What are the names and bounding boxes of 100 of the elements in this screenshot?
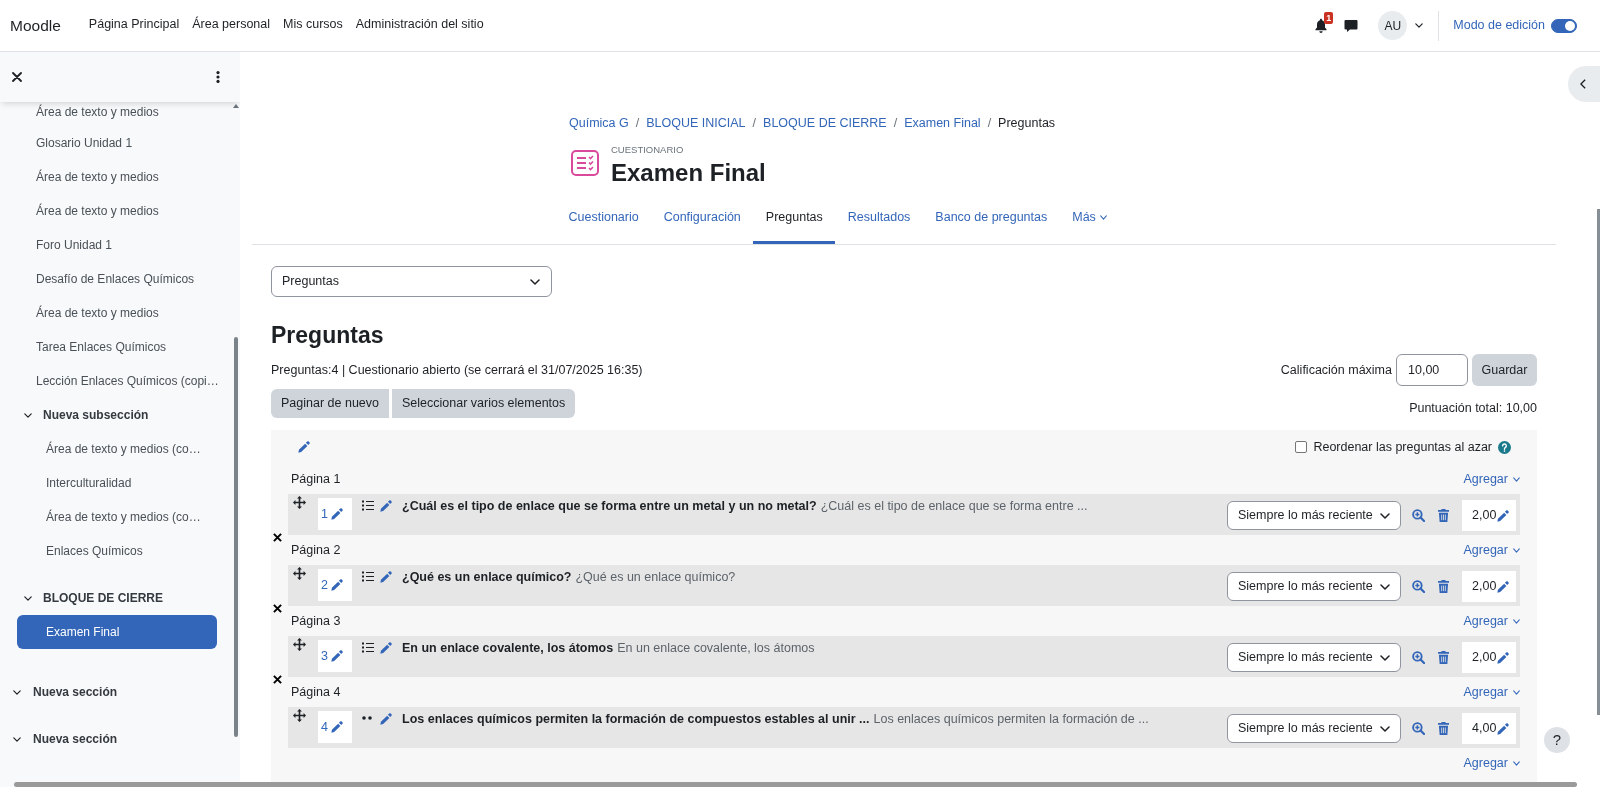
action-button[interactable]: Paginar de nuevo [271, 389, 389, 418]
caret-icon[interactable] [1380, 725, 1390, 732]
shuffle-checkbox[interactable] [1295, 441, 1308, 453]
pencil-icon[interactable] [330, 508, 343, 520]
course-index-item[interactable]: Desafío de Enlaces Químicos [7, 262, 219, 296]
caret-icon[interactable] [1380, 654, 1390, 661]
move-icon[interactable] [293, 496, 306, 509]
course-index-item[interactable]: Área de texto y medios (co… [17, 432, 217, 466]
nav-link[interactable]: Área personal [192, 15, 270, 36]
scrollbar-thumb[interactable] [1597, 209, 1600, 715]
pencil-icon[interactable] [330, 579, 343, 591]
course-index-item[interactable]: Foro Unidad 1 [7, 228, 219, 262]
save-button[interactable]: Guardar [1472, 354, 1537, 386]
scrollbar-thumb[interactable] [14, 782, 1577, 787]
jump-menu-select[interactable]: Preguntas [271, 266, 552, 297]
version-select[interactable]: Siempre lo más reciente [1227, 501, 1401, 530]
version-select[interactable]: Siempre lo más reciente [1227, 572, 1401, 601]
max-grade-input[interactable]: 10,00 [1396, 354, 1468, 386]
help-icon[interactable] [1498, 440, 1511, 454]
zoom-in-icon[interactable] [1412, 509, 1425, 522]
pencil-icon[interactable] [380, 500, 392, 512]
section-heading[interactable]: Nueva sección [33, 683, 118, 701]
move-icon[interactable] [293, 567, 306, 580]
zoom-in-icon[interactable] [1412, 580, 1425, 593]
bell-icon[interactable] [1314, 17, 1329, 34]
chat-bubble-icon[interactable] [1344, 18, 1359, 33]
move-icon[interactable] [293, 709, 306, 722]
scroll-up-arrow-icon[interactable] [233, 104, 239, 108]
trash-icon[interactable] [1438, 651, 1449, 664]
question-number[interactable]: 4 [321, 717, 328, 737]
add-menu-link[interactable]: Agregar [1463, 682, 1520, 702]
pencil-icon[interactable] [380, 713, 392, 725]
scrollbar-thumb[interactable] [234, 337, 238, 737]
chevron-down-icon[interactable] [24, 412, 32, 418]
course-index-item[interactable]: Examen Final [17, 615, 217, 649]
zoom-in-icon[interactable] [1412, 651, 1425, 664]
action-button[interactable]: Seleccionar varios elementos [392, 389, 576, 418]
breadcrumb-link[interactable]: Química G [569, 113, 629, 133]
course-index-item[interactable]: Área de texto y medios [7, 296, 219, 330]
subsection-heading[interactable]: Nueva subsección [43, 406, 149, 424]
chevron-down-icon[interactable] [13, 736, 21, 742]
question-number[interactable]: 2 [321, 575, 328, 595]
caret-icon[interactable] [1415, 23, 1424, 28]
move-icon[interactable] [293, 638, 306, 651]
breadcrumb-link[interactable]: BLOQUE INICIAL [646, 113, 746, 133]
edit-mode-toggle[interactable] [1551, 18, 1577, 33]
chevron-down-icon[interactable] [24, 595, 32, 601]
close-icon[interactable] [12, 72, 22, 82]
kebab-menu-icon[interactable] [216, 71, 220, 83]
tab[interactable]: Configuración [651, 194, 754, 244]
add-menu-link[interactable]: Agregar [1463, 469, 1520, 489]
question-number[interactable]: 1 [321, 504, 328, 524]
pencil-icon[interactable] [1497, 580, 1510, 593]
add-menu-link[interactable]: Agregar [1463, 611, 1520, 631]
zoom-in-icon[interactable] [1412, 722, 1425, 735]
tab[interactable]: Banco de preguntas [922, 194, 1060, 244]
add-menu-link[interactable]: Agregar [1463, 540, 1520, 560]
pencil-icon[interactable] [380, 642, 392, 654]
add-menu-link[interactable]: Agregar [1463, 753, 1520, 773]
course-index-item[interactable]: Área de texto y medios [7, 194, 219, 228]
pencil-icon[interactable] [298, 441, 310, 453]
course-index-item[interactable]: Lección Enlaces Químicos (copi… [7, 364, 219, 398]
tab[interactable]: Cuestionario [556, 194, 652, 244]
course-index-item[interactable]: Interculturalidad [17, 466, 217, 500]
subsection-heading[interactable]: BLOQUE DE CIERRE [43, 589, 163, 607]
caret-icon[interactable] [530, 278, 540, 285]
course-index-item[interactable]: Tarea Enlaces Químicos [7, 330, 219, 364]
nav-link[interactable]: Administración del sitio [355, 15, 484, 36]
cross-icon[interactable] [273, 675, 282, 684]
tab[interactable]: Preguntas [753, 194, 836, 244]
course-index-item[interactable]: Área de texto y medios [7, 102, 219, 126]
nav-link[interactable]: Mis cursos [283, 15, 343, 36]
cross-icon[interactable] [273, 604, 282, 613]
pencil-icon[interactable] [330, 721, 343, 733]
course-index-item[interactable]: Área de texto y medios [7, 160, 219, 194]
pencil-icon[interactable] [1497, 651, 1510, 664]
course-index-item[interactable]: Glosario Unidad 1 [7, 126, 219, 160]
chevron-left-icon[interactable] [1580, 79, 1586, 89]
version-select[interactable]: Siempre lo más reciente [1227, 714, 1401, 743]
caret-icon[interactable] [1380, 583, 1390, 590]
course-index-item[interactable]: Enlaces Químicos [17, 534, 217, 568]
version-select[interactable]: Siempre lo más reciente [1227, 643, 1401, 672]
pencil-icon[interactable] [1497, 509, 1510, 522]
pencil-icon[interactable] [380, 571, 392, 583]
pencil-icon[interactable] [330, 650, 343, 662]
site-name-link[interactable]: Moodle [10, 13, 61, 38]
breadcrumb-link[interactable]: Examen Final [904, 113, 981, 133]
question-number[interactable]: 3 [321, 646, 328, 666]
nav-link[interactable]: Página Principal [88, 15, 180, 36]
course-index-item[interactable]: Área de texto y medios (co… [17, 500, 217, 534]
caret-icon[interactable] [1380, 512, 1390, 519]
cross-icon[interactable] [273, 533, 282, 542]
trash-icon[interactable] [1438, 722, 1449, 735]
trash-icon[interactable] [1438, 580, 1449, 593]
section-heading[interactable]: Nueva sección [33, 730, 118, 748]
breadcrumb-link[interactable]: BLOQUE DE CIERRE [763, 113, 887, 133]
tab[interactable]: Más [1059, 194, 1120, 244]
user-avatar[interactable]: AU [1378, 11, 1408, 40]
pencil-icon[interactable] [1497, 722, 1510, 735]
chevron-down-icon[interactable] [13, 689, 21, 695]
